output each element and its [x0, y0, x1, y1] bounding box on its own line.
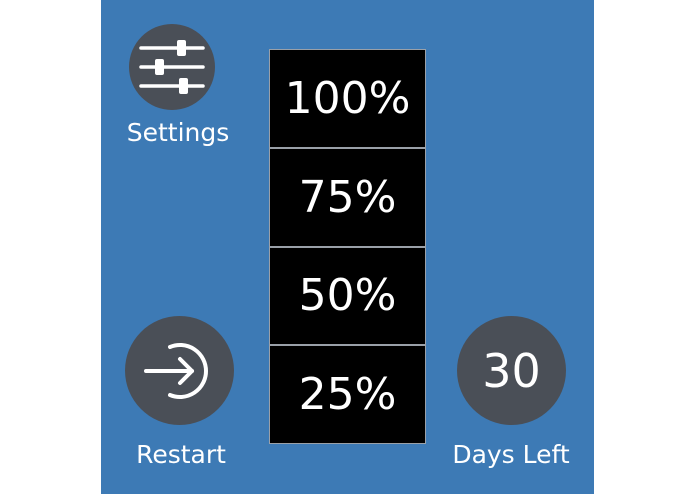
days-left-label: Days Left — [452, 440, 570, 469]
days-left-count: 30 — [482, 343, 541, 398]
level-option-100[interactable]: 100% — [270, 50, 425, 149]
restart-label: Restart — [136, 440, 226, 469]
level-option-25[interactable]: 25% — [270, 346, 425, 443]
main-panel: Settings 100% 75% 50% 25% Restart 30 Day… — [101, 0, 594, 494]
restart-button[interactable] — [125, 316, 234, 425]
level-selector: 100% 75% 50% 25% — [269, 49, 426, 444]
settings-button[interactable] — [129, 24, 215, 110]
sliders-icon — [139, 40, 205, 94]
level-option-75[interactable]: 75% — [270, 149, 425, 248]
enter-arrow-circle-icon — [143, 342, 208, 399]
level-option-50[interactable]: 50% — [270, 248, 425, 347]
settings-label: Settings — [126, 118, 230, 147]
days-left-badge[interactable]: 30 — [457, 316, 566, 425]
